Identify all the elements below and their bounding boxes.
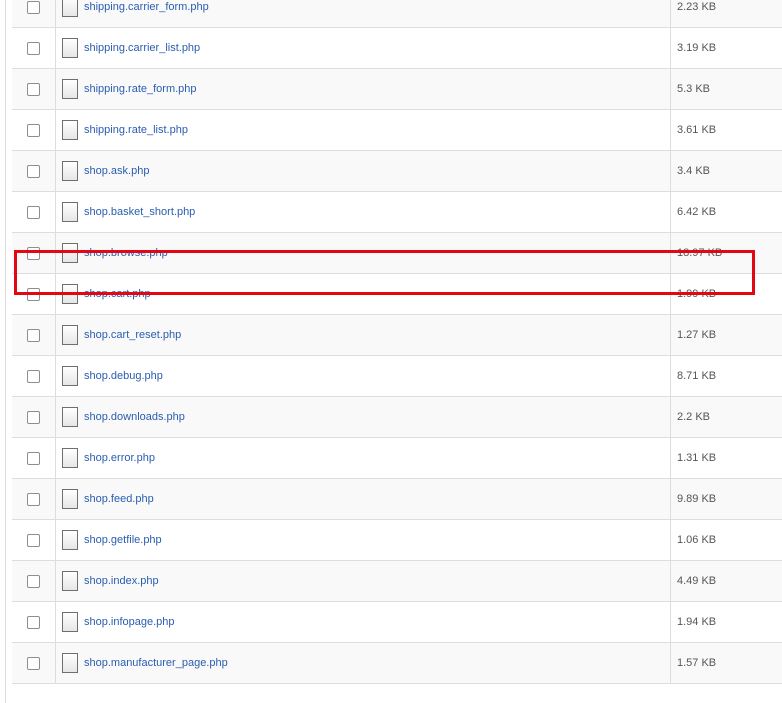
file-size: 1.99 KB — [677, 288, 717, 300]
file-icon — [62, 161, 78, 181]
table-row[interactable]: shop.error.php 1.31 KB — [12, 437, 782, 479]
file-name-link[interactable]: shop.basket_short.php — [84, 206, 195, 218]
row-checkbox[interactable] — [27, 328, 40, 342]
file-icon — [62, 325, 78, 345]
table-row[interactable]: shop.debug.php 8.71 KB — [12, 355, 782, 397]
table-row[interactable]: shop.downloads.php 2.2 KB — [12, 396, 782, 438]
file-icon — [62, 530, 78, 550]
table-row[interactable]: shop.basket_short.php 6.42 KB — [12, 191, 782, 233]
row-checkbox[interactable] — [27, 123, 40, 137]
row-checkbox[interactable] — [27, 82, 40, 96]
row-checkbox[interactable] — [27, 574, 40, 588]
file-icon — [62, 0, 78, 17]
row-checkbox[interactable] — [27, 533, 40, 547]
file-icon — [62, 202, 78, 222]
file-size: 5.3 KB — [677, 83, 711, 95]
file-size: 18.97 KB — [677, 247, 723, 259]
row-checkbox[interactable] — [27, 369, 40, 383]
file-name-link[interactable]: shop.manufacturer_page.php — [84, 657, 228, 669]
row-checkbox[interactable] — [27, 451, 40, 465]
file-size: 6.42 KB — [677, 206, 717, 218]
file-size: 2.23 KB — [677, 1, 717, 13]
file-size: 2.2 KB — [677, 411, 711, 423]
file-name-link[interactable]: shop.cart.php — [84, 288, 151, 300]
file-size: 3.4 KB — [677, 165, 711, 177]
file-name-link[interactable]: shop.downloads.php — [84, 411, 185, 423]
file-size: 3.19 KB — [677, 42, 717, 54]
table-row[interactable]: shipping.carrier_form.php 2.23 KB — [12, 0, 782, 28]
row-checkbox[interactable] — [27, 0, 40, 14]
row-checkbox[interactable] — [27, 41, 40, 55]
file-size: 9.89 KB — [677, 493, 717, 505]
file-name-link[interactable]: shop.getfile.php — [84, 534, 162, 546]
file-icon — [62, 120, 78, 140]
file-icon — [62, 284, 78, 304]
file-manager-page: shipping.carrier_form.php 2.23 KB shippi… — [0, 0, 782, 703]
file-icon — [62, 448, 78, 468]
row-checkbox[interactable] — [27, 615, 40, 629]
file-list-table: shipping.carrier_form.php 2.23 KB shippi… — [12, 0, 782, 684]
table-row[interactable]: shipping.rate_form.php 5.3 KB — [12, 68, 782, 110]
file-name-link[interactable]: shop.cart_reset.php — [84, 329, 181, 341]
file-name-link[interactable]: shipping.carrier_form.php — [84, 1, 209, 13]
table-row[interactable]: shop.index.php 4.49 KB — [12, 560, 782, 602]
table-row[interactable]: shop.ask.php 3.4 KB — [12, 150, 782, 192]
file-name-link[interactable]: shop.error.php — [84, 452, 155, 464]
table-row[interactable]: shop.manufacturer_page.php 1.57 KB — [12, 642, 782, 684]
row-checkbox[interactable] — [27, 205, 40, 219]
table-row[interactable]: shop.cart.php 1.99 KB — [12, 273, 782, 315]
file-icon — [62, 653, 78, 673]
file-icon — [62, 366, 78, 386]
table-row[interactable]: shipping.carrier_list.php 3.19 KB — [12, 27, 782, 69]
table-row[interactable]: shop.getfile.php 1.06 KB — [12, 519, 782, 561]
file-name-link[interactable]: shop.infopage.php — [84, 616, 175, 628]
file-icon — [62, 38, 78, 58]
file-size: 1.06 KB — [677, 534, 717, 546]
file-icon — [62, 489, 78, 509]
file-name-link[interactable]: shop.ask.php — [84, 165, 149, 177]
left-panel-border — [0, 0, 6, 703]
file-icon — [62, 612, 78, 632]
file-size: 4.49 KB — [677, 575, 717, 587]
file-name-link[interactable]: shop.index.php — [84, 575, 159, 587]
file-icon — [62, 79, 78, 99]
file-name-link[interactable]: shop.debug.php — [84, 370, 163, 382]
row-checkbox[interactable] — [27, 410, 40, 424]
file-name-link[interactable]: shipping.rate_form.php — [84, 83, 197, 95]
table-row[interactable]: shop.infopage.php 1.94 KB — [12, 601, 782, 643]
table-row[interactable]: shipping.rate_list.php 3.61 KB — [12, 109, 782, 151]
row-checkbox[interactable] — [27, 246, 40, 260]
file-size: 8.71 KB — [677, 370, 717, 382]
file-name-link[interactable]: shop.browse.php — [84, 247, 168, 259]
table-row[interactable]: shop.feed.php 9.89 KB — [12, 478, 782, 520]
row-checkbox[interactable] — [27, 164, 40, 178]
file-icon — [62, 407, 78, 427]
file-size: 1.57 KB — [677, 657, 717, 669]
table-row[interactable]: shop.cart_reset.php 1.27 KB — [12, 314, 782, 356]
file-size: 3.61 KB — [677, 124, 717, 136]
file-icon — [62, 571, 78, 591]
file-size: 1.27 KB — [677, 329, 717, 341]
file-name-link[interactable]: shipping.rate_list.php — [84, 124, 188, 136]
row-checkbox[interactable] — [27, 492, 40, 506]
file-name-link[interactable]: shop.feed.php — [84, 493, 154, 505]
file-icon — [62, 243, 78, 263]
row-checkbox[interactable] — [27, 287, 40, 301]
file-name-link[interactable]: shipping.carrier_list.php — [84, 42, 200, 54]
file-size: 1.94 KB — [677, 616, 717, 628]
file-size: 1.31 KB — [677, 452, 717, 464]
table-row[interactable]: shop.browse.php 18.97 KB — [12, 232, 782, 274]
row-checkbox[interactable] — [27, 656, 40, 670]
